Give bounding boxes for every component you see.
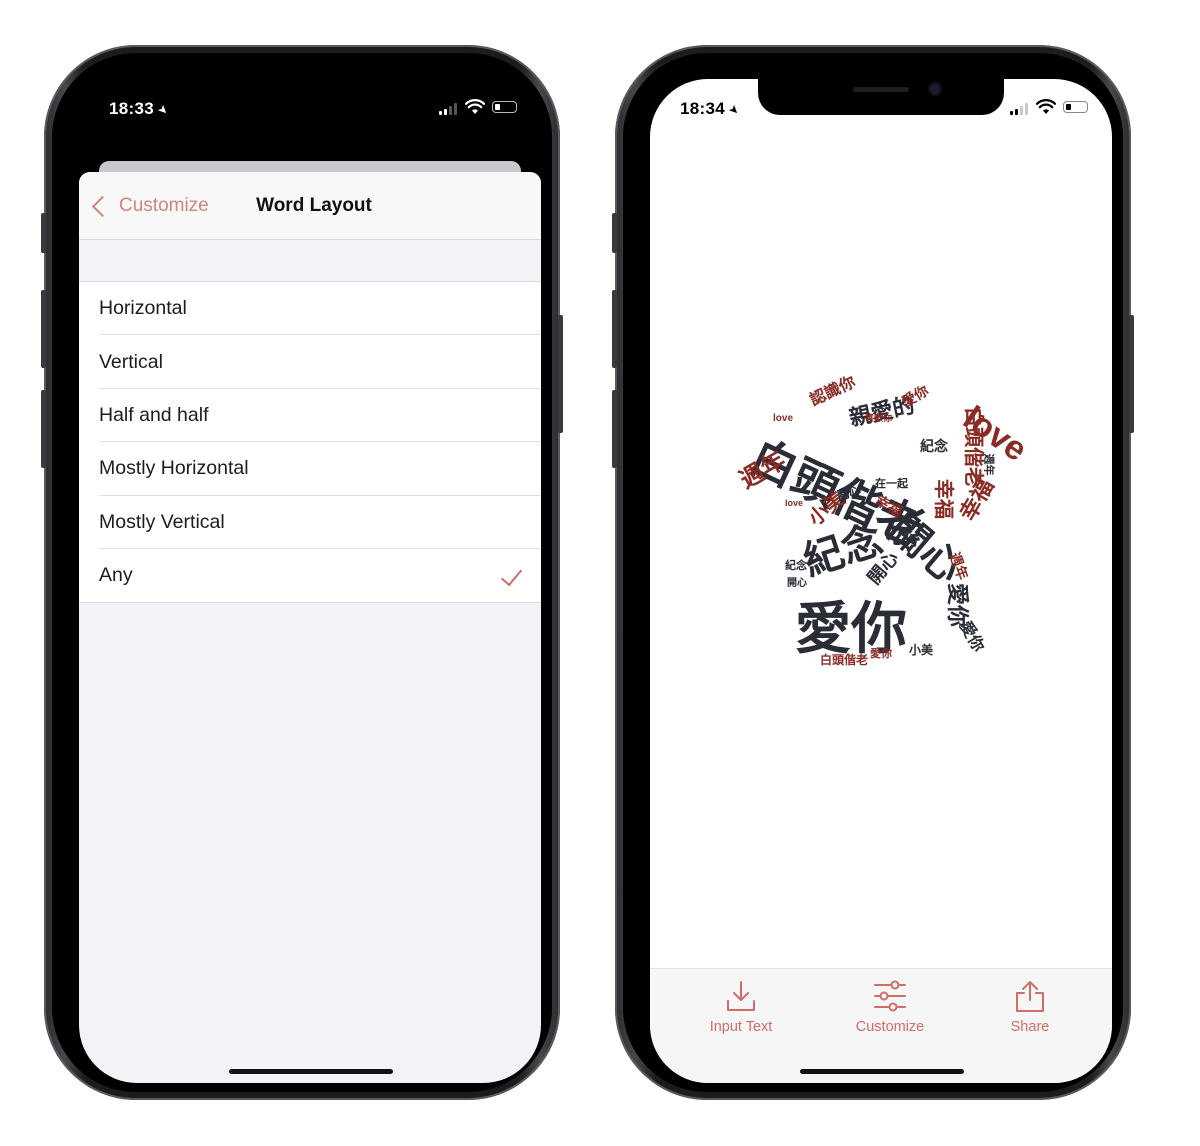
cloud-word: 幸福 bbox=[932, 479, 954, 519]
checkmark-icon bbox=[500, 563, 523, 587]
cloud-word: 愛你 bbox=[898, 382, 932, 410]
right-phone-frame: 18:34➤ 白頭偕老 愛你 紀念 關心 親愛的 love 週年 幸福 白頭偕老… bbox=[612, 45, 1134, 1100]
cloud-word: 在一起 bbox=[875, 478, 908, 490]
home-indicator[interactable] bbox=[800, 1069, 964, 1074]
cloud-word: 週年 bbox=[982, 453, 995, 476]
volume-down-button bbox=[612, 390, 617, 468]
time-label: 18:34 bbox=[680, 99, 725, 118]
cloud-word: 愛你 bbox=[956, 618, 987, 655]
tab-label: Customize bbox=[855, 1019, 925, 1035]
option-label: Horizontal bbox=[99, 297, 187, 320]
settings-screen: 18:33➤ Customize Word Layout Horizontal … bbox=[79, 79, 541, 1083]
cloud-word: 紀念 bbox=[920, 438, 948, 454]
status-time: 18:34➤ bbox=[680, 99, 743, 119]
option-label: Any bbox=[99, 564, 133, 587]
cloud-word: 小美 bbox=[909, 643, 934, 657]
location-icon: ➤ bbox=[154, 101, 172, 119]
location-icon: ➤ bbox=[725, 101, 743, 119]
option-label: Vertical bbox=[99, 350, 163, 373]
time-label: 18:33 bbox=[109, 99, 154, 118]
cloud-word: 喜歡你 bbox=[865, 413, 893, 423]
cellular-signal-icon bbox=[439, 103, 457, 115]
option-half-and-half[interactable]: Half and half bbox=[79, 389, 541, 443]
left-phone-frame: 18:33➤ Customize Word Layout Horizontal … bbox=[41, 45, 563, 1100]
wifi-icon bbox=[1036, 99, 1056, 114]
status-bar: 18:34➤ bbox=[650, 79, 1112, 139]
option-mostly-horizontal[interactable]: Mostly Horizontal bbox=[79, 442, 541, 496]
option-label: Mostly Vertical bbox=[99, 510, 225, 533]
cloud-word: 白頭偕老 bbox=[820, 653, 869, 667]
option-any[interactable]: Any bbox=[79, 549, 541, 602]
power-button bbox=[1129, 315, 1134, 433]
option-label: Mostly Horizontal bbox=[99, 457, 249, 480]
bezel: 18:33➤ Customize Word Layout Horizontal … bbox=[52, 53, 552, 1092]
cloud-word: 認識你 bbox=[807, 373, 859, 410]
tab-share[interactable]: Share bbox=[970, 979, 1090, 1035]
download-icon bbox=[727, 981, 755, 1011]
option-vertical[interactable]: Vertical bbox=[79, 335, 541, 390]
wifi-icon bbox=[465, 99, 485, 114]
battery-icon bbox=[1063, 101, 1091, 113]
cloud-word: 開心 bbox=[787, 578, 807, 589]
navigation-bar: Customize Word Layout bbox=[79, 172, 541, 240]
page-title: Word Layout bbox=[256, 195, 372, 216]
cloud-word: 愛你 bbox=[945, 582, 971, 628]
battery-icon bbox=[492, 101, 520, 113]
mute-switch bbox=[612, 213, 617, 253]
volume-up-button bbox=[612, 290, 617, 368]
option-label: Half and half bbox=[99, 403, 209, 426]
volume-down-button bbox=[41, 390, 46, 468]
option-mostly-vertical[interactable]: Mostly Vertical bbox=[79, 496, 541, 550]
tab-label: Input Text bbox=[709, 1019, 773, 1035]
cloud-word: 白頭偕老 bbox=[962, 407, 984, 487]
word-cloud-screen: 18:34➤ 白頭偕老 愛你 紀念 關心 親愛的 love 週年 幸福 白頭偕老… bbox=[650, 79, 1112, 1083]
status-time: 18:33➤ bbox=[109, 99, 172, 119]
cloud-word: 愛你 bbox=[870, 648, 892, 660]
tab-label: Share bbox=[1010, 1019, 1050, 1035]
tab-input-text[interactable]: Input Text bbox=[681, 979, 801, 1035]
tab-customize[interactable]: Customize bbox=[830, 979, 950, 1035]
word-layout-sheet: Customize Word Layout Horizontal Vertica… bbox=[79, 172, 541, 1083]
share-icon bbox=[1016, 981, 1044, 1012]
mute-switch bbox=[41, 213, 46, 253]
word-cloud: 白頭偕老 愛你 紀念 關心 親愛的 love 週年 幸福 白頭偕老 小美 認識你… bbox=[725, 374, 1045, 719]
cloud-word: love bbox=[773, 413, 794, 424]
cloud-word: 紀念 bbox=[785, 560, 807, 572]
cellular-signal-icon bbox=[1010, 103, 1028, 115]
status-bar: 18:33➤ bbox=[79, 79, 541, 139]
volume-up-button bbox=[41, 290, 46, 368]
home-indicator[interactable] bbox=[229, 1069, 393, 1074]
power-button bbox=[558, 315, 563, 433]
layout-options-list: Horizontal Vertical Half and half Mostly… bbox=[79, 281, 541, 604]
cloud-word: love bbox=[785, 498, 804, 508]
bottom-toolbar: Input Text Customize Share bbox=[650, 968, 1112, 1083]
bezel: 18:34➤ 白頭偕老 愛你 紀念 關心 親愛的 love 週年 幸福 白頭偕老… bbox=[623, 53, 1123, 1092]
option-horizontal[interactable]: Horizontal bbox=[79, 282, 541, 336]
sliders-icon bbox=[874, 980, 906, 1012]
